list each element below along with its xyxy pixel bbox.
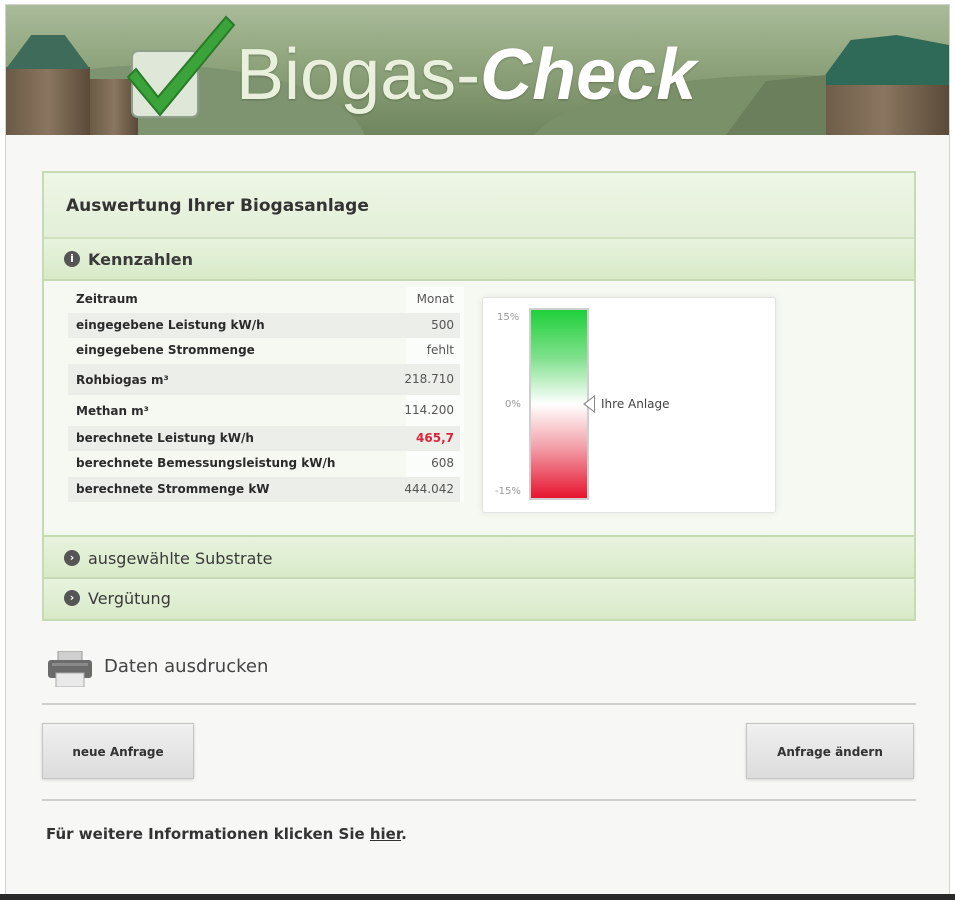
row-value-highlight: 465,7	[416, 430, 454, 445]
section-label: ausgewählte Substrate	[88, 549, 273, 568]
row-label: berechnete Leistung kW/h	[76, 430, 254, 445]
footer-text: Für weitere Informationen klicken Sie	[46, 825, 370, 843]
row-label: berechnete Bemessungsleistung kW/h	[76, 456, 336, 470]
table-row: Methan m³ 114.200	[68, 395, 460, 426]
table-row: eingegebene Strommenge fehlt	[68, 338, 460, 364]
bottom-edge	[0, 894, 955, 900]
panel-title: Auswertung Ihrer Biogasanlage	[66, 196, 369, 216]
new-request-button[interactable]: neue Anfrage	[42, 723, 194, 779]
row-value: 500	[431, 317, 454, 332]
section-label: Kennzahlen	[88, 250, 193, 269]
metrics-table: Zeitraum Monat eingegebene Leistung kW/h 5…	[68, 287, 464, 502]
row-label: Zeitraum	[76, 292, 138, 306]
row-label: Methan m³	[76, 403, 149, 418]
silo-roof-left	[6, 35, 90, 69]
checkmark-logo-icon	[126, 15, 236, 118]
row-label: Rohbiogas m³	[76, 372, 169, 387]
gauge-tick-mid: 0%	[505, 399, 521, 410]
row-value: 444.042	[404, 481, 454, 496]
print-action[interactable]: Daten ausdrucken	[42, 645, 302, 689]
row-label: eingegebene Strommenge	[76, 343, 255, 357]
table-row: Zeitraum Monat	[68, 287, 460, 313]
section-kennzahlen[interactable]: i Kennzahlen	[44, 239, 914, 281]
footer-info: Für weitere Informationen klicken Sie hi…	[46, 825, 407, 843]
silo-left	[6, 67, 90, 135]
app-frame: Biogas-Check Auswertung Ihrer Biogasanla…	[5, 4, 950, 896]
row-value: 608	[431, 456, 454, 470]
row-value: fehlt	[426, 343, 454, 357]
row-value: 218.710	[404, 371, 454, 386]
kennzahlen-content: Zeitraum Monat eingegebene Leistung kW/h 5…	[44, 281, 914, 531]
section-substrate[interactable]: › ausgewählte Substrate	[44, 535, 914, 579]
panel-title-bar: Auswertung Ihrer Biogasanlage	[44, 173, 914, 239]
performance-gauge: 15% 0% -15% Ihre Anlage	[482, 297, 776, 513]
footer-period: .	[401, 825, 407, 843]
gauge-tick-bottom: -15%	[495, 486, 521, 497]
section-verguetung[interactable]: › Vergütung	[44, 579, 914, 619]
change-request-button[interactable]: Anfrage ändern	[746, 723, 914, 779]
row-label: eingegebene Leistung kW/h	[76, 317, 265, 332]
divider	[42, 799, 916, 801]
divider	[42, 703, 916, 705]
gauge-pointer-icon	[583, 395, 595, 413]
gauge-tick-top: 15%	[497, 312, 520, 323]
row-label: berechnete Strommenge kW	[76, 481, 270, 496]
row-value: 114.200	[404, 402, 454, 417]
table-row: Rohbiogas m³ 218.710	[68, 363, 460, 395]
arrow-right-circle-icon: ›	[64, 590, 80, 606]
info-icon: i	[64, 251, 80, 267]
table-row: eingegebene Leistung kW/h 500	[68, 312, 460, 338]
gauge-pointer-label: Ihre Anlage	[601, 397, 670, 411]
app-logo-text: Biogas-Check	[236, 35, 697, 115]
evaluation-panel: Auswertung Ihrer Biogasanlage i Kennzahl…	[42, 171, 916, 621]
more-info-link[interactable]: hier	[370, 825, 401, 843]
gauge-color-bar	[529, 308, 589, 500]
section-label: Vergütung	[88, 589, 171, 608]
arrow-right-circle-icon: ›	[64, 550, 80, 566]
table-row: berechnete Bemessungsleistung kW/h 608	[68, 451, 460, 477]
silo-right	[818, 83, 949, 135]
table-row: berechnete Leistung kW/h 465,7	[68, 425, 460, 451]
row-value: Monat	[416, 292, 454, 306]
printer-icon	[48, 651, 92, 687]
print-label: Daten ausdrucken	[104, 656, 269, 677]
header-banner: Biogas-Check	[6, 5, 949, 135]
silo-roof-right	[818, 35, 949, 85]
table-row: berechnete Strommenge kW 444.042	[68, 476, 460, 502]
